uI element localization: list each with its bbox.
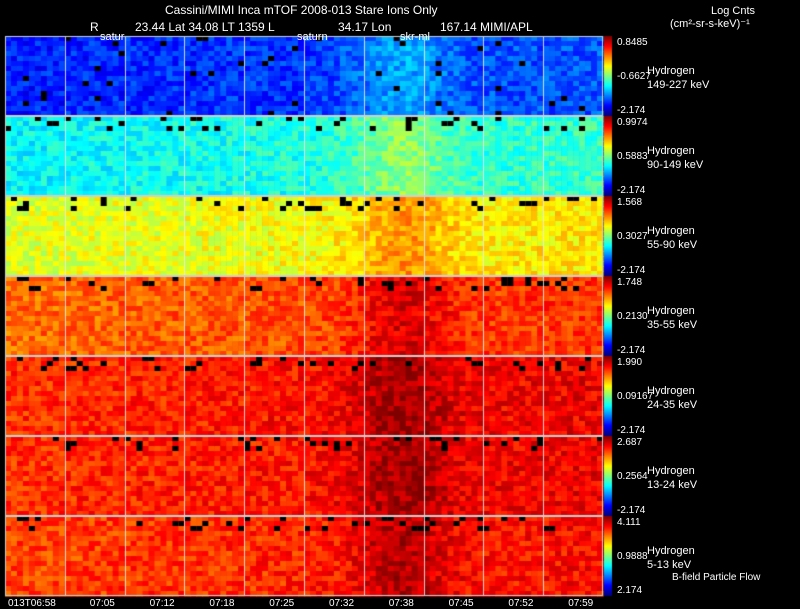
x-tick-label: 07:12 [149,598,175,609]
panel-energy-label: 35-55 keV [647,319,698,331]
colorbar-units: (cm²-sr-s-keV)⁻¹ [670,18,750,30]
header-mimi: 167.14 MIMI/APL [440,20,533,34]
x-tick-label: 07:59 [568,598,594,609]
panel-species-label: Hydrogen [647,385,695,397]
colorbar-min-label: -2.174 [617,425,646,436]
colorbar-mid-label: 0.5883 [617,151,648,162]
panel-species-label: Hydrogen [647,465,695,477]
panel-energy-label: 149-227 keV [647,79,710,91]
colorbar-max-label: 1.990 [617,357,643,368]
colorbar-mid-label: 0.9888 [617,551,648,562]
colorbar-mid-label: 0.2130 [617,311,648,322]
overlay-satur: satur [100,31,125,43]
panel-energy-label: 90-149 keV [647,159,704,171]
panel-species-label: Hydrogen [647,65,695,77]
overlay-saturn: saturn [297,31,328,43]
colorbar-mid-label: 0.2564 [617,471,648,482]
colorbar-min-label: -2.174 [617,345,646,356]
colorbar-min-label: -2.174 [617,505,646,516]
colorbar-max-label: 1.748 [617,277,643,288]
colorbar-min-label: -2.174 [617,185,646,196]
panel-energy-label: 13-24 keV [647,479,698,491]
colorbar-min-label: -2.174 [617,265,646,276]
header-r-label: R [90,20,99,34]
colorbar-max-label: 4.111 [617,517,641,528]
overlay-skr-ml: skr-ml [400,31,430,43]
panel-species-label: Hydrogen [647,305,695,317]
colorbar-max-label: 0.9974 [617,117,648,128]
header-lat-lt: 23.44 Lat 34.08 LT 1359 L [135,20,275,34]
chart-title: Cassini/MIMI Inca mTOF 2008-013 Stare Io… [165,3,438,17]
x-tick-label: 07:45 [448,598,474,609]
panel-species-label: Hydrogen [647,545,695,557]
panel-species-label: Hydrogen [647,145,695,157]
x-tick-label: 07:18 [209,598,235,609]
panel-energy-label: 24-35 keV [647,399,698,411]
colorbar-max-label: 1.568 [617,197,643,208]
x-tick-label: 07:05 [89,598,115,609]
colorbar-title: Log Cnts [711,5,756,17]
x-tick-label: 07:52 [508,598,534,609]
footer-note: B-field Particle Flow [672,572,761,583]
header-lon: 34.17 Lon [338,20,392,34]
colorbar-min-label: -2.174 [617,105,646,116]
colorbar-mid-label: -0.6627 [617,71,651,82]
x-tick-label: 07:25 [269,598,295,609]
x-tick-label: 013T06:58 [8,598,56,609]
panel-energy-label: 55-90 keV [647,239,698,251]
x-tick-label: 07:32 [329,598,355,609]
colorbar-max-label: 2.687 [617,437,643,448]
colorbar-min-label: 2.174 [617,585,643,596]
panel-species-label: Hydrogen [647,225,695,237]
colorbar-mid-label: 0.3027 [617,231,648,242]
x-tick-label: 07:38 [388,598,414,609]
colorbar-max-label: 0.8485 [617,37,648,48]
panel-energy-label: 5-13 keV [647,559,692,571]
